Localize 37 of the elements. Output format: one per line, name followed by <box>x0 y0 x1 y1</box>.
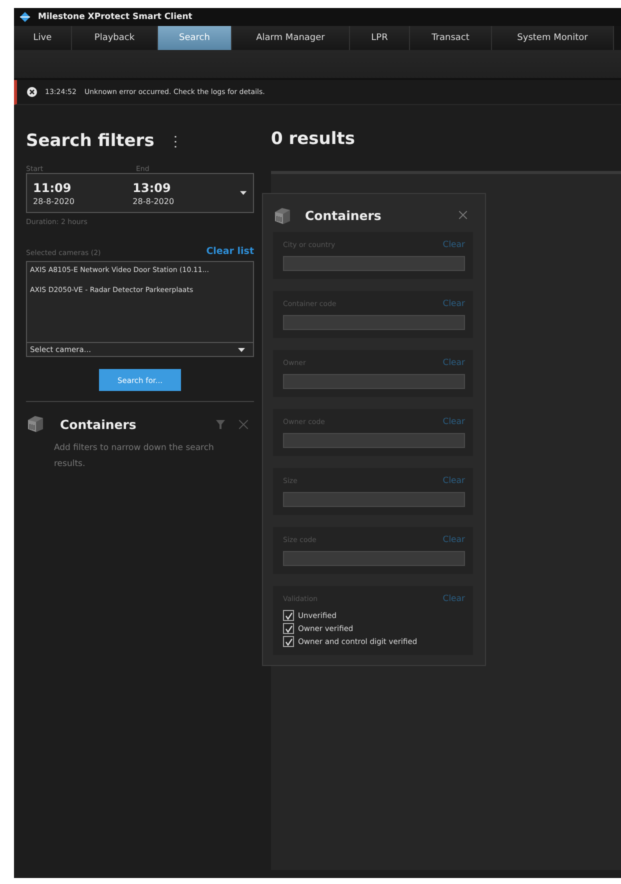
tab[interactable]: Alarm Manager <box>232 26 350 50</box>
date-text: 28-8-2020 <box>132 196 176 206</box>
container-icon <box>273 206 291 224</box>
filter-title: Containers <box>60 416 136 432</box>
date-range-picker[interactable]: 11:09 28-8-2020 13:09 28-8-2020 <box>26 173 254 213</box>
window-title: Milestone XProtect Smart Client <box>38 12 192 22</box>
error-icon <box>27 87 37 97</box>
tab[interactable]: Playback <box>72 26 158 50</box>
tab[interactable]: Transact <box>410 26 492 50</box>
dropdown-caret-icon <box>240 191 247 195</box>
input-field[interactable] <box>283 551 465 566</box>
checkbox[interactable] <box>283 636 294 647</box>
input-field[interactable] <box>283 315 465 330</box>
checkbox[interactable] <box>283 623 294 634</box>
close-icon <box>459 211 467 219</box>
input-field[interactable] <box>283 492 465 507</box>
panel-title: Search filters <box>26 131 154 151</box>
time-text: 13:09 <box>132 180 172 194</box>
date-text: 28-8-2020 <box>33 196 76 206</box>
tab[interactable]: Live <box>14 26 72 50</box>
more-button[interactable]: ⋮ <box>164 133 186 149</box>
checkbox[interactable] <box>283 610 294 621</box>
tab[interactable]: System Monitor <box>492 26 614 50</box>
input-field[interactable] <box>283 256 465 271</box>
close-icon <box>239 420 248 428</box>
results-title: 0 results <box>271 129 356 151</box>
tab[interactable]: LPR <box>350 26 410 50</box>
clear-list-link[interactable]: Clear list <box>206 246 254 257</box>
time-text: 11:09 <box>33 180 72 194</box>
hint-text: Add filters to narrow down the search results. <box>54 442 215 471</box>
input-field[interactable] <box>283 374 465 389</box>
filter-icon <box>216 420 225 428</box>
input-field[interactable] <box>283 433 465 448</box>
dropdown-caret-icon <box>238 348 245 352</box>
popup-title: Containers <box>305 208 382 222</box>
container-icon <box>26 414 46 434</box>
app-logo-icon <box>20 12 30 22</box>
